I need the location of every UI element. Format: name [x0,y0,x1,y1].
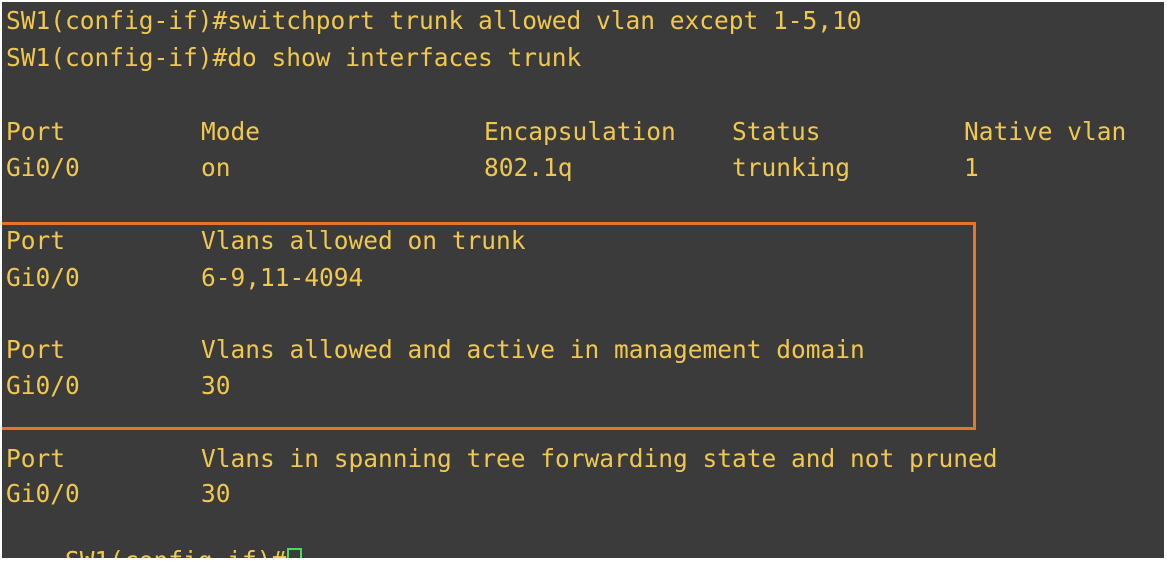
cursor-icon [287,548,303,558]
row-encapsulation: 802.1q [484,153,573,182]
section-port-label: Port [6,444,66,473]
section-row-port: Gi0/0 [6,371,80,400]
section-forwarding-row: Gi0/0 30 [6,479,1156,509]
header-native-vlan: Native vlan [964,117,1127,146]
trunk-table-row: Gi0/0 on 802.1q trunking 1 [6,153,1156,183]
row-mode: on [201,153,231,182]
section-allowed-header: Port Vlans allowed on trunk [6,226,1156,256]
section-row-value: 6-9,11-4094 [201,263,364,292]
section-row-value: 30 [201,371,231,400]
section-allowed-row: Gi0/0 6-9,11-4094 [6,263,1156,293]
header-port: Port [6,117,66,146]
section-row-port: Gi0/0 [6,479,80,508]
row-status: trunking [732,153,851,182]
section-forwarding-header: Port Vlans in spanning tree forwarding s… [6,444,1156,474]
terminal-window[interactable]: SW1(config-if)#switchport trunk allowed … [2,2,1164,558]
section-port-label: Port [6,226,66,255]
section-active-header: Port Vlans allowed and active in managem… [6,335,1156,365]
section-description: Vlans in spanning tree forwarding state … [201,444,998,473]
section-row-port: Gi0/0 [6,263,80,292]
prompt-line[interactable]: SW1(config-if)# [6,516,303,558]
row-port: Gi0/0 [6,153,80,182]
command-line-2: SW1(config-if)#do show interfaces trunk [6,43,582,72]
section-description: Vlans allowed on trunk [201,226,526,255]
header-status: Status [732,117,821,146]
header-encapsulation: Encapsulation [484,117,676,146]
section-active-row: Gi0/0 30 [6,371,1156,401]
section-port-label: Port [6,335,66,364]
command-line-1: SW1(config-if)#switchport trunk allowed … [6,6,862,35]
prompt-text: SW1(config-if)# [65,546,286,558]
trunk-table-header: Port Mode Encapsulation Status Native vl… [6,117,1156,147]
section-row-value: 30 [201,479,231,508]
row-native-vlan: 1 [964,153,979,182]
section-description: Vlans allowed and active in management d… [201,335,865,364]
header-mode: Mode [201,117,261,146]
